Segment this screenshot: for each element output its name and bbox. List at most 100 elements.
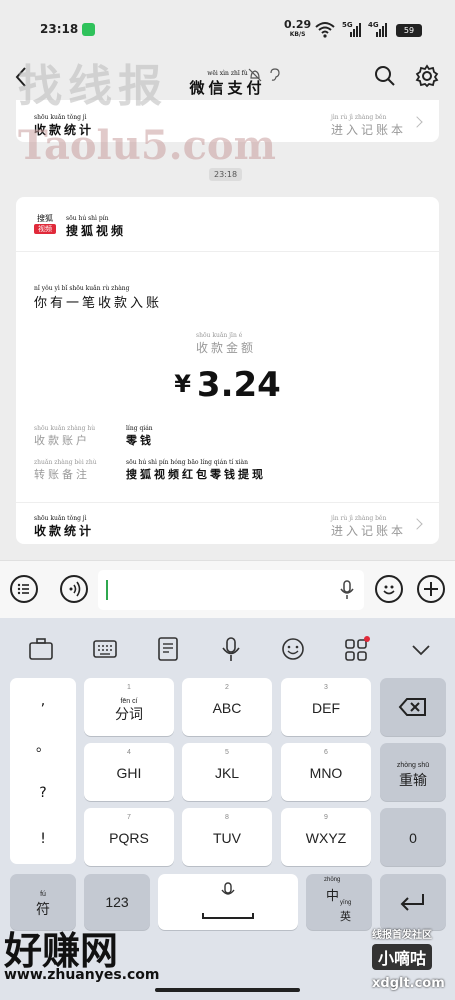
watermark-br3: xdglt.com — [372, 976, 445, 991]
search-icon[interactable] — [374, 65, 396, 87]
notes-icon[interactable] — [155, 636, 181, 662]
brand-name-text: 搜狐视频 — [66, 224, 127, 238]
amount-label-pinyin: shōu kuǎn jīn é — [196, 332, 243, 339]
logo-tag-text: 视频 — [34, 224, 56, 234]
footer-ledger-text: 进入记账本 — [331, 524, 407, 538]
status-bar: 23:18 0.29 KB/S 5G 4G 59 — [0, 0, 455, 56]
chat-area[interactable]: shōu kuǎn tǒng jì 收款统计 jìn rù jì zhàng b… — [0, 100, 455, 560]
message-input[interactable] — [98, 570, 364, 610]
collapse-chevron-down-icon[interactable] — [408, 636, 434, 662]
voice-input-mic-icon[interactable] — [218, 636, 244, 662]
key-0[interactable]: 0 — [380, 808, 446, 866]
reinput-key[interactable]: zhòng shū 重输 — [380, 743, 446, 801]
wifi-icon — [315, 22, 335, 38]
previous-payment-card[interactable]: shōu kuǎn tǒng jì 收款统计 jìn rù jì zhàng b… — [16, 100, 439, 142]
key-5[interactable]: 5 JKL — [182, 743, 272, 801]
key-label: DEF — [312, 700, 340, 716]
row-remark-key-text: 转账备注 — [34, 468, 90, 481]
top-card-stats-text: 收款统计 — [34, 123, 95, 137]
settings-gear-icon[interactable] — [415, 64, 439, 88]
logo-top-text: 搜狐 — [37, 214, 53, 223]
key-1[interactable]: 1 fēn cí 分词 — [84, 678, 174, 736]
key-7[interactable]: 7 PQRS — [84, 808, 174, 866]
watermark-br2: 小嘀咕 — [372, 944, 433, 970]
key-label: WXYZ — [305, 830, 347, 846]
key-label: JKL — [214, 765, 240, 781]
key-3[interactable]: 3 DEF — [281, 678, 371, 736]
key-pinyin: fú — [40, 891, 46, 898]
footer-stats-text: 收款统计 — [34, 524, 95, 538]
home-indicator[interactable] — [155, 988, 300, 992]
key-number: 9 — [324, 814, 328, 821]
apps-grid-icon[interactable] — [344, 636, 370, 662]
key-8[interactable]: 8 TUV — [182, 808, 272, 866]
row-account-value-pinyin: líng qián — [126, 425, 153, 432]
payment-received-card[interactable]: 搜狐 视频 sōu hú shì pín 搜狐视频 nǐ yǒu yì bǐ s… — [16, 197, 439, 544]
enter-key[interactable] — [380, 874, 446, 930]
list-icon — [17, 583, 29, 595]
clipboard-briefcase-icon[interactable] — [28, 636, 54, 662]
smiley-icon — [383, 585, 395, 595]
row-account-key-text: 收款账户 — [34, 434, 90, 447]
punctuation-column[interactable]: , 。 ? ! — [10, 678, 76, 864]
signal-5g-icon: 5G — [342, 21, 361, 37]
key-4[interactable]: 4 GHI — [84, 743, 174, 801]
sohu-video-logo: 搜狐 视频 — [34, 213, 56, 237]
key-9[interactable]: 9 WXYZ — [281, 808, 371, 866]
lang-bottom-text: 英 — [340, 911, 351, 923]
backspace-icon — [398, 698, 426, 716]
amount-value: 3.24 — [196, 365, 281, 405]
key-number: 2 — [225, 684, 229, 691]
battery-icon: 59 — [396, 24, 422, 37]
wechat-notification-icon — [82, 23, 95, 36]
top-card-ledger-text: 进入记账本 — [331, 123, 407, 137]
sim2-label: 4G — [368, 21, 379, 29]
emoji-icon[interactable] — [280, 636, 306, 662]
punct-key[interactable]: 。 — [10, 724, 76, 770]
top-card-ledger-link[interactable]: jìn rù jì zhàng běn 进入记账本 — [331, 114, 406, 138]
space-key[interactable] — [158, 874, 298, 930]
key-label: MNO — [309, 765, 343, 781]
space-bar-icon — [202, 913, 254, 919]
punct-key[interactable]: ! — [10, 816, 76, 862]
emoji-button[interactable] — [375, 575, 403, 603]
key-label: TUV — [213, 830, 241, 846]
mic-icon[interactable] — [340, 580, 354, 600]
headline: nǐ yǒu yì bǐ shōu kuǎn rù zhàng 你有一笔收款入账 — [34, 285, 162, 311]
punct-key[interactable]: ? — [10, 770, 76, 816]
voice-wave-icon — [69, 581, 81, 597]
key-number: 5 — [225, 749, 229, 756]
keyboard-layout-icon[interactable] — [92, 636, 118, 662]
brand-name: sōu hú shì pín 搜狐视频 — [66, 215, 126, 239]
row-account-value-text: 零钱 — [126, 434, 154, 447]
key-6[interactable]: 6 MNO — [281, 743, 371, 801]
row-account-value: líng qián 零钱 — [126, 425, 154, 448]
divider — [16, 251, 439, 252]
menu-list-button[interactable] — [10, 575, 38, 603]
voice-mode-button[interactable] — [60, 575, 88, 603]
row-account-key: shōu kuǎn zhàng hù 收款账户 — [34, 425, 95, 448]
network-speed-unit: KB/S — [289, 31, 306, 38]
key-text: 分词 — [115, 706, 143, 722]
space-mic-icon — [221, 882, 235, 895]
plus-icon — [424, 582, 438, 596]
language-switch-key[interactable]: zhōng 中 yīng 英 — [306, 874, 372, 930]
network-speed: 0.29 KB/S — [284, 19, 311, 40]
key-number: 6 — [324, 749, 328, 756]
more-plus-button[interactable] — [417, 575, 445, 603]
footer-ledger-pinyin: jìn rù jì zhàng běn — [331, 515, 387, 522]
key-number: 3 — [324, 684, 328, 691]
row-remark-value: sōu hú shì pín hóng bāo líng qián tí xià… — [126, 459, 266, 482]
amount-label-text: 收款金额 — [196, 341, 257, 355]
backspace-key[interactable] — [380, 678, 446, 736]
nav-bar: wēi xìn zhī fù 微信支付 — [0, 56, 455, 100]
chevron-right-icon — [411, 518, 423, 530]
key-2[interactable]: 2 ABC — [182, 678, 272, 736]
ear-icon — [270, 68, 280, 81]
key-number: 4 — [127, 749, 131, 756]
punct-key[interactable]: , — [10, 678, 76, 724]
key-number: 8 — [225, 814, 229, 821]
lang-top-pinyin: zhōng — [324, 877, 341, 883]
footer-ledger-link[interactable]: jìn rù jì zhàng běn 进入记账本 — [331, 515, 406, 539]
key-number: 1 — [127, 684, 131, 691]
